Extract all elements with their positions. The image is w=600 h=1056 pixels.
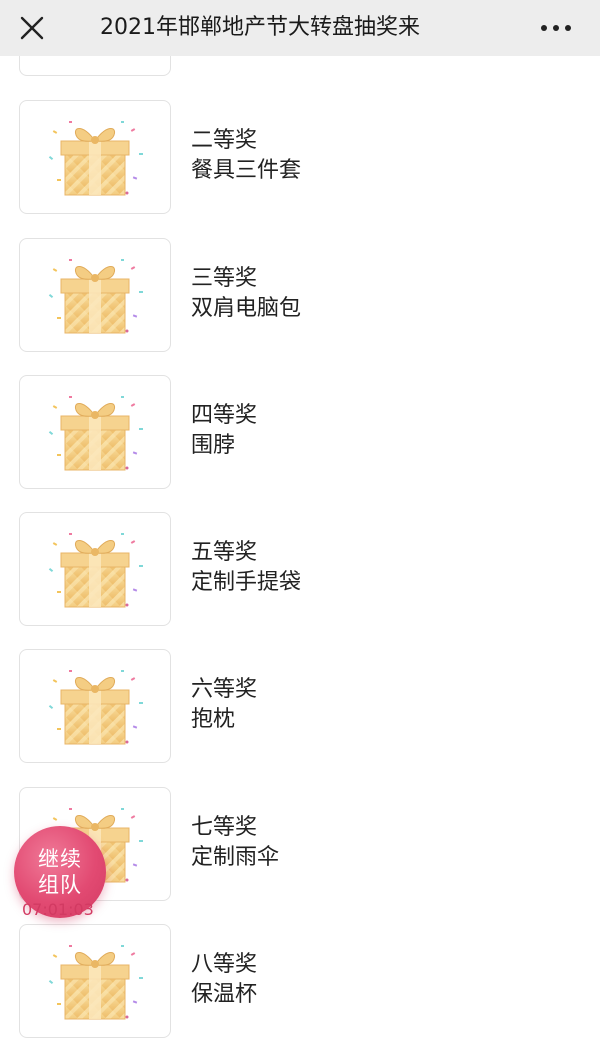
prize-item[interactable]: 四等奖 围脖 bbox=[0, 375, 600, 489]
prize-item[interactable]: 五等奖 定制手提袋 bbox=[0, 512, 600, 626]
prize-name: 抱枕 bbox=[191, 707, 236, 732]
gift-icon bbox=[19, 100, 171, 214]
prize-level: 八等奖 bbox=[191, 952, 258, 977]
title-fade bbox=[460, 0, 500, 56]
prize-level: 二等奖 bbox=[191, 128, 258, 153]
gift-icon bbox=[19, 375, 171, 489]
prize-item[interactable]: 八等奖 保温杯 bbox=[0, 924, 600, 1038]
navigation-bar: 2021年邯郸地产节大转盘抽奖来 bbox=[0, 0, 600, 56]
gift-icon bbox=[19, 238, 171, 352]
page-title: 2021年邯郸地产节大转盘抽奖来 bbox=[100, 15, 420, 40]
prize-name: 双肩电脑包 bbox=[191, 296, 302, 321]
prize-name: 餐具三件套 bbox=[191, 158, 302, 183]
more-icon-dot bbox=[553, 25, 559, 31]
prize-level: 七等奖 bbox=[191, 815, 258, 840]
prize-name: 定制雨伞 bbox=[191, 845, 280, 870]
prize-item[interactable]: 二等奖 餐具三件套 bbox=[0, 100, 600, 214]
gift-icon bbox=[19, 512, 171, 626]
prize-name: 定制手提袋 bbox=[191, 570, 302, 595]
prize-name: 围脖 bbox=[191, 433, 236, 458]
prize-name: 保温杯 bbox=[191, 982, 258, 1007]
gift-icon bbox=[19, 924, 171, 1038]
prize-level: 六等奖 bbox=[191, 677, 258, 702]
more-options-button[interactable] bbox=[526, 10, 586, 46]
badge-line-1: 继续 bbox=[38, 847, 82, 871]
countdown-timer: 07:01:03 bbox=[22, 900, 94, 919]
prize-item[interactable]: 三等奖 双肩电脑包 bbox=[0, 238, 600, 352]
more-icon bbox=[541, 25, 547, 31]
badge-line-2: 组队 bbox=[38, 873, 82, 897]
close-button[interactable] bbox=[14, 10, 50, 46]
prize-level: 三等奖 bbox=[191, 266, 258, 291]
gift-icon bbox=[19, 649, 171, 763]
more-icon-dot bbox=[565, 25, 571, 31]
prize-item[interactable]: 六等奖 抱枕 bbox=[0, 649, 600, 763]
prize-level: 五等奖 bbox=[191, 540, 258, 565]
prize-level: 四等奖 bbox=[191, 403, 258, 428]
close-icon bbox=[20, 16, 44, 40]
